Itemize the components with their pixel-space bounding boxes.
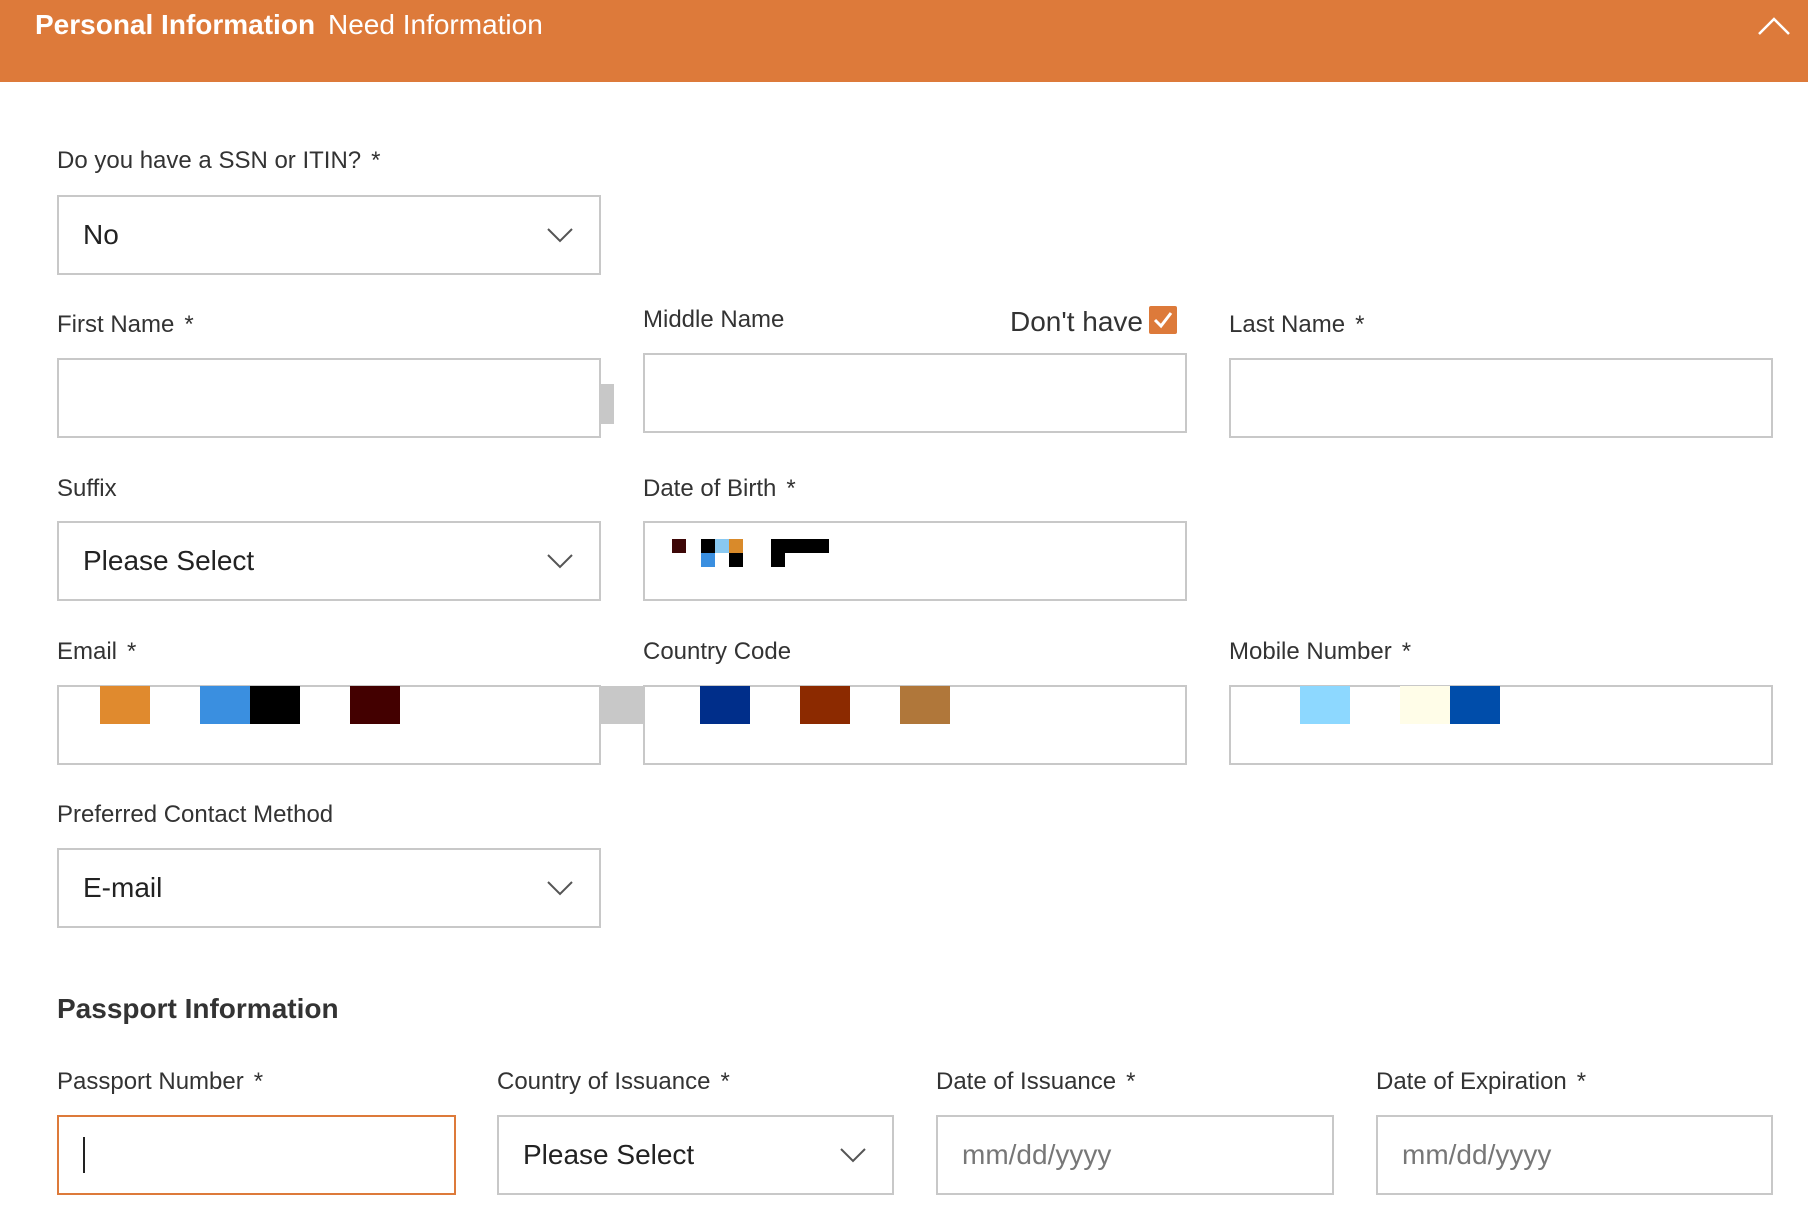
redaction-block [350,686,400,724]
suffix-label: Suffix [57,475,117,502]
country-issuance-select[interactable]: Please Select [497,1115,894,1195]
redaction-block [715,539,729,553]
redaction-block [771,553,785,567]
chevron-down-icon [547,881,573,896]
redaction-block [729,553,743,567]
passport-section-title: Passport Information [57,993,339,1024]
first-name-label: First Name * [57,311,194,338]
section-title: Personal Information [35,9,316,40]
first-name-input[interactable] [57,358,601,438]
middle-name-label: Middle Name [643,306,785,333]
redaction-block [1400,686,1450,724]
dob-label: Date of Birth * [643,475,796,502]
mobile-label: Mobile Number * [1229,638,1412,665]
passport-number-label: Passport Number * [57,1068,264,1095]
email-label: Email * [57,638,137,665]
issue-date-input[interactable]: mm/dd/yyyy [936,1115,1334,1195]
dont-have-checkbox[interactable] [1149,306,1177,334]
passport-number-input[interactable] [57,1115,456,1195]
text-cursor [83,1137,85,1173]
section-subtitle: Need Information [328,9,543,40]
contact-method-label: Preferred Contact Method [57,801,334,828]
dob-input[interactable] [643,521,1187,601]
redaction-block [1300,686,1350,724]
redaction-block [800,686,850,724]
checkmark-icon [1153,312,1173,329]
issue-date-label: Date of Issuance * [936,1068,1136,1095]
last-name-input[interactable] [1229,358,1773,438]
redaction-block [771,539,829,553]
redaction-block [1450,686,1500,724]
section-header[interactable]: Personal Information Need Information [0,0,1808,82]
expiry-date-label: Date of Expiration * [1376,1068,1587,1095]
ssn-select-value: No [83,219,119,250]
expiry-date-input[interactable]: mm/dd/yyyy [1376,1115,1773,1195]
expiry-date-placeholder: mm/dd/yyyy [1402,1139,1552,1170]
last-name-label: Last Name * [1229,311,1365,338]
redaction-block [729,539,743,553]
country-issuance-label: Country of Issuance * [497,1068,730,1095]
redaction-block [601,384,614,424]
redaction-block [200,686,250,724]
contact-method-select[interactable]: E-mail [57,848,601,928]
country-code-label: Country Code [643,638,792,665]
suffix-select-value: Please Select [83,545,255,576]
chevron-down-icon [547,228,573,243]
redaction-block [250,686,300,724]
redaction-block [900,686,950,724]
redaction-block [672,539,686,553]
chevron-down-icon [547,554,573,569]
contact-method-value: E-mail [83,872,163,903]
dont-have-label: Don't have [1010,306,1143,337]
ssn-select[interactable]: No [57,195,601,275]
suffix-select[interactable]: Please Select [57,521,601,601]
middle-name-input[interactable] [643,353,1187,433]
redaction-block [701,539,715,553]
country-issuance-value: Please Select [523,1139,695,1170]
chevron-down-icon [840,1148,866,1163]
redaction-block [700,686,750,724]
ssn-label: Do you have a SSN or ITIN? * [57,147,381,174]
chevron-up-icon[interactable] [1756,14,1792,38]
issue-date-placeholder: mm/dd/yyyy [962,1139,1112,1170]
redaction-block [701,553,715,567]
redaction-block [100,686,150,724]
